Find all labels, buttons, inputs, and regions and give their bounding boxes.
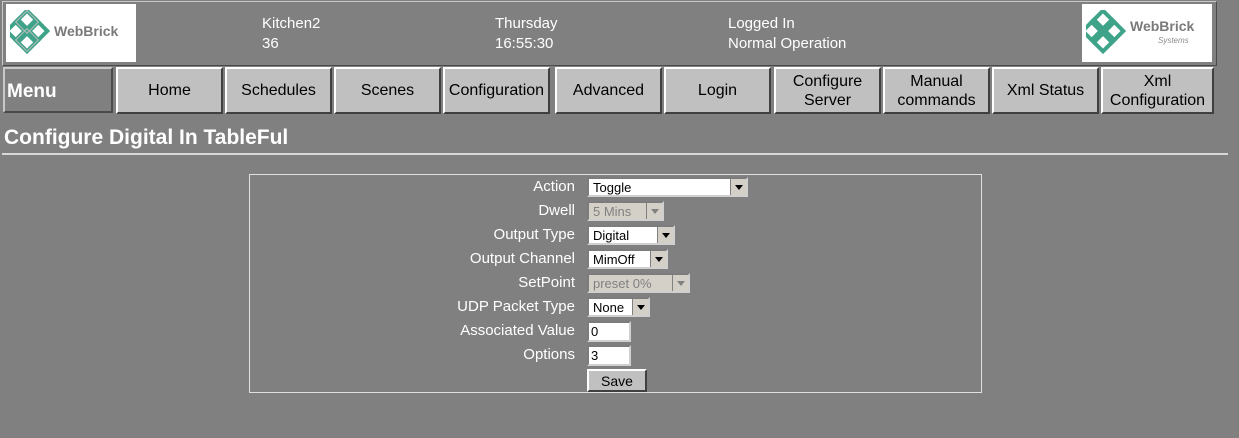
options-input[interactable] xyxy=(587,345,631,366)
output-channel-select[interactable]: MimOff xyxy=(587,249,668,269)
page-title: Configure Digital In TableFul xyxy=(4,126,289,149)
node-info: Kitchen2 36 xyxy=(262,14,320,54)
nav-scenes-button[interactable]: Scenes xyxy=(334,67,441,114)
clock-info: Thursday 16:55:30 xyxy=(495,14,558,54)
associated-value-label: Associated Value xyxy=(460,322,575,339)
webbrick-emblem-icon xyxy=(1086,10,1127,55)
title-divider xyxy=(2,153,1228,155)
output-type-select[interactable]: Digital xyxy=(587,225,675,245)
day-label: Thursday xyxy=(495,15,558,32)
chevron-down-icon[interactable] xyxy=(650,251,666,267)
header-bar: WebBrick Kitchen2 36 Thursday 16:55:30 L… xyxy=(2,1,1217,66)
dwell-select: 5 Mins xyxy=(587,201,664,221)
node-name: Kitchen2 xyxy=(262,15,321,32)
nav-manual-commands-button[interactable]: Manual commands xyxy=(883,67,990,114)
setpoint-select: preset 0% xyxy=(587,273,690,293)
setpoint-value: preset 0% xyxy=(593,276,652,291)
logo-text-left: WebBrick xyxy=(54,23,119,39)
save-button[interactable]: Save xyxy=(587,369,647,392)
time-label: 16:55:30 xyxy=(495,35,554,52)
chevron-down-icon[interactable] xyxy=(632,299,648,315)
options-label: Options xyxy=(523,346,575,363)
menu-label: Menu xyxy=(3,67,113,113)
udp-packet-type-label: UDP Packet Type xyxy=(457,298,575,315)
nav-xml-configuration-button[interactable]: Xml Configuration xyxy=(1101,67,1214,114)
chevron-down-icon xyxy=(646,203,662,219)
associated-value-input[interactable] xyxy=(587,321,631,342)
webbrick-logo-left: WebBrick xyxy=(6,4,136,62)
node-number: 36 xyxy=(262,35,279,52)
output-channel-value: MimOff xyxy=(593,252,635,267)
action-label: Action xyxy=(533,178,575,195)
nav-home-button[interactable]: Home xyxy=(116,67,223,114)
setpoint-label: SetPoint xyxy=(518,274,575,291)
operation-status: Normal Operation xyxy=(728,35,847,52)
nav-configuration-button[interactable]: Configuration xyxy=(443,67,550,114)
output-type-value: Digital xyxy=(593,228,630,243)
output-type-label: Output Type xyxy=(493,226,575,243)
chevron-down-icon xyxy=(672,275,688,291)
action-select[interactable]: Toggle xyxy=(587,177,748,197)
nav-login-button[interactable]: Login xyxy=(664,67,771,114)
login-status: Logged In xyxy=(728,15,795,32)
status-info: Logged In Normal Operation xyxy=(728,14,846,54)
chevron-down-icon[interactable] xyxy=(730,179,746,195)
nav-configure-server-button[interactable]: Configure Server xyxy=(774,67,881,114)
udp-packet-type-value: None xyxy=(593,300,625,315)
dwell-value: 5 Mins xyxy=(593,204,632,219)
udp-packet-type-select[interactable]: None xyxy=(587,297,650,317)
chevron-down-icon[interactable] xyxy=(657,227,673,243)
webbrick-logo-right: WebBrick Systems xyxy=(1082,4,1212,62)
output-channel-label: Output Channel xyxy=(469,250,575,267)
logo-subtext-right: Systems xyxy=(1158,36,1189,45)
webbrick-emblem-icon xyxy=(10,10,51,55)
action-value: Toggle xyxy=(593,180,632,195)
logo-text-right: WebBrick xyxy=(1130,18,1195,34)
nav-xml-status-button[interactable]: Xml Status xyxy=(992,67,1099,114)
nav-schedules-button[interactable]: Schedules xyxy=(225,67,332,114)
nav-advanced-button[interactable]: Advanced xyxy=(555,67,662,114)
dwell-label: Dwell xyxy=(538,202,575,219)
